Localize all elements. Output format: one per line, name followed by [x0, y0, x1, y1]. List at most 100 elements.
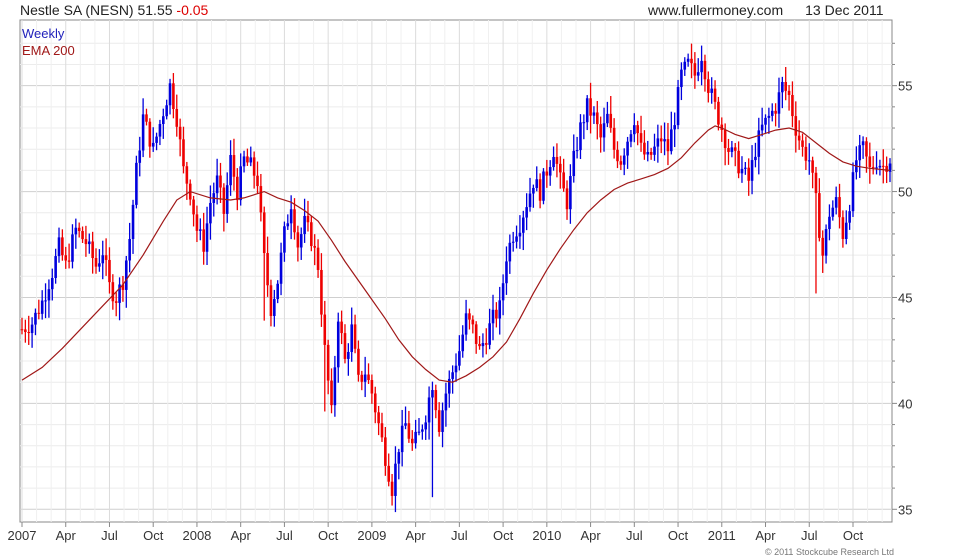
- ohlc-bar: [828, 204, 831, 241]
- ohlc-bar: [333, 355, 337, 417]
- copyright-footer: © 2011 Stockcube Research Ltd: [765, 547, 894, 557]
- ohlc-bar: [599, 116, 602, 153]
- ohlc-bar: [680, 62, 683, 101]
- ohlc-bar: [367, 363, 370, 384]
- ohlc-bar: [585, 95, 589, 131]
- ohlc-bar: [717, 96, 720, 131]
- ohlc-bar: [747, 158, 750, 196]
- y-tick-label: 55: [898, 79, 912, 94]
- ohlc-bar: [259, 174, 263, 222]
- y-tick-label: 40: [898, 396, 912, 411]
- ohlc-bar: [178, 118, 182, 157]
- ohlc-bar: [797, 120, 801, 150]
- ohlc-bar: [633, 113, 636, 143]
- ohlc-bar: [336, 312, 340, 383]
- ohlc-bar: [720, 117, 724, 142]
- x-tick-label: Apr: [755, 528, 776, 543]
- ohlc-bar: [20, 317, 24, 335]
- x-tick-label: Jul: [801, 528, 818, 543]
- ohlc-bar: [511, 231, 515, 252]
- x-tick-label: Jul: [101, 528, 118, 543]
- ohlc-bar: [848, 204, 851, 230]
- ohlc-bar: [175, 94, 179, 137]
- ohlc-bar: [871, 156, 875, 175]
- ohlc-bar: [727, 138, 730, 165]
- ohlc-bar: [380, 412, 384, 442]
- ohlc-bar: [162, 108, 165, 139]
- ohlc-bar: [858, 134, 862, 178]
- ohlc-bar: [834, 186, 838, 215]
- ohlc-bar: [71, 224, 74, 269]
- ohlc-bar: [875, 151, 878, 175]
- ohlc-bar: [91, 231, 94, 274]
- ohlc-bar: [770, 103, 774, 122]
- ohlc-bar: [131, 199, 135, 254]
- ohlc-bar: [441, 402, 444, 448]
- ohlc-bar: [626, 136, 629, 169]
- ohlc-bar: [606, 101, 609, 128]
- ohlc-bar: [481, 333, 485, 358]
- ohlc-bar: [447, 370, 451, 408]
- ohlc-bar: [844, 210, 848, 245]
- ohlc-bar: [478, 336, 481, 350]
- ohlc-bar: [548, 160, 552, 186]
- weekly-price-bars: [20, 43, 892, 513]
- ohlc-bar: [363, 356, 367, 398]
- ohlc-bar: [656, 124, 660, 163]
- x-tick-label: Oct: [143, 528, 164, 543]
- ohlc-bar: [236, 168, 239, 211]
- ohlc-bar: [303, 198, 306, 243]
- ohlc-bar: [636, 120, 639, 146]
- x-tick-label: 2007: [8, 528, 37, 543]
- ohlc-bar: [373, 386, 377, 424]
- ohlc-bar: [696, 58, 700, 82]
- ohlc-bar: [151, 127, 155, 152]
- ohlc-bar: [421, 424, 424, 440]
- ohlc-bar: [764, 114, 767, 133]
- ohlc-bar: [424, 415, 428, 440]
- ohlc-bar: [710, 77, 713, 104]
- ohlc-bar: [273, 289, 276, 327]
- ohlc-bar: [276, 280, 279, 304]
- ohlc-bar: [592, 106, 596, 124]
- ohlc-bar: [767, 107, 771, 134]
- x-tick-label: 2009: [357, 528, 386, 543]
- ohlc-bar: [390, 473, 394, 506]
- ohlc-bar: [542, 168, 545, 205]
- ohlc-bar: [242, 150, 246, 173]
- ohlc-bar: [861, 136, 865, 159]
- ohlc-bar: [737, 141, 740, 179]
- ohlc-bar: [219, 162, 222, 204]
- legend-weekly: Weekly: [22, 26, 65, 41]
- ohlc-bar: [609, 96, 613, 133]
- ohlc-bar: [330, 368, 333, 414]
- ohlc-bar: [202, 212, 205, 265]
- ohlc-bar: [491, 294, 495, 341]
- ohlc-bar: [643, 130, 646, 160]
- x-tick-label: Oct: [493, 528, 514, 543]
- ohlc-bar: [360, 370, 364, 391]
- ohlc-bar: [528, 177, 532, 212]
- ohlc-bar: [387, 453, 391, 487]
- ohlc-bar: [458, 335, 461, 371]
- ohlc-bar: [754, 142, 757, 168]
- y-axis: 35 40 45 50 55: [892, 42, 912, 517]
- ohlc-bar: [44, 283, 47, 319]
- ohlc-bar: [397, 448, 401, 480]
- ohlc-bar: [215, 158, 219, 205]
- ohlc-bar: [518, 215, 522, 249]
- ohlc-bar: [818, 178, 821, 242]
- ohlc-bar: [639, 115, 643, 152]
- ohlc-bar: [616, 141, 619, 169]
- ohlc-bar: [404, 406, 407, 430]
- ohlc-bar: [54, 248, 57, 284]
- ohlc-bar: [172, 73, 175, 119]
- ohlc-bar: [370, 374, 374, 404]
- ohlc-bar: [118, 277, 121, 321]
- x-tick-label: Apr: [56, 528, 77, 543]
- ohlc-bar: [760, 107, 764, 137]
- ohlc-bar: [791, 81, 794, 128]
- ohlc-bar: [784, 66, 788, 101]
- ohlc-bar: [67, 243, 71, 269]
- ohlc-bar: [310, 215, 313, 252]
